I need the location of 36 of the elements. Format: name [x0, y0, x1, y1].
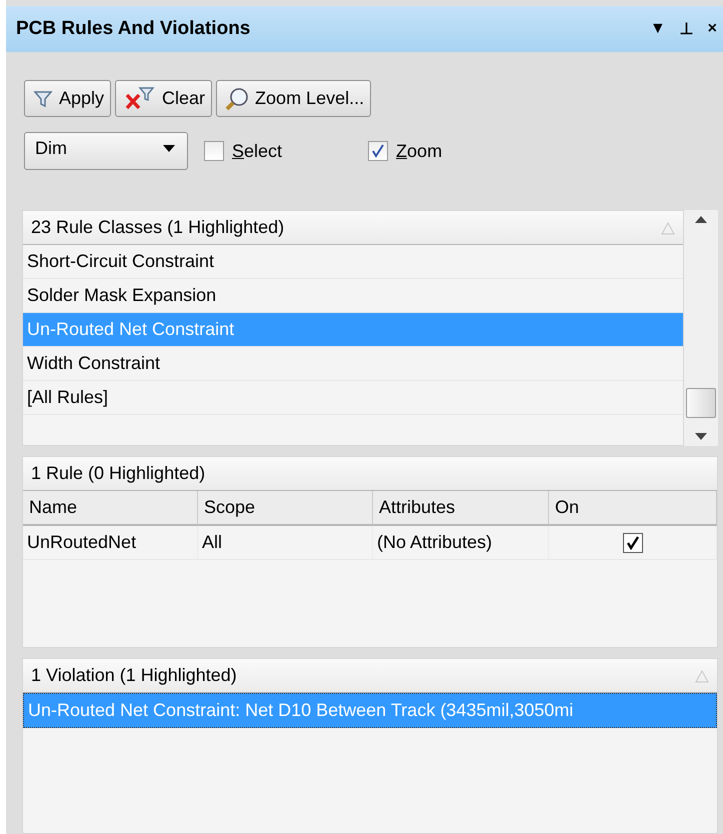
dropdown-arrow-icon — [163, 144, 175, 152]
list-header[interactable]: 1 Violation (1 Highlighted) — [23, 659, 717, 693]
sort-icon[interactable] — [661, 220, 675, 234]
mode-dropdown[interactable]: Dim — [24, 132, 188, 170]
clear-button[interactable]: Clear — [115, 80, 212, 117]
scroll-up-icon[interactable] — [695, 216, 707, 223]
checkbox-label[interactable]: Select — [232, 140, 282, 162]
title-bar-button[interactable]: × — [708, 20, 717, 38]
title-bar-button[interactable]: ▼ — [650, 20, 666, 38]
apply-button[interactable]: Apply — [24, 80, 112, 117]
sort-icon[interactable] — [695, 668, 709, 682]
scrollbar-thumb[interactable] — [686, 388, 716, 418]
checkbox[interactable] — [622, 532, 642, 552]
rule-class-row[interactable]: [All Rules] — [23, 381, 683, 415]
list-header[interactable]: 23 Rule Classes (1 Highlighted) — [23, 211, 683, 245]
scrollbar[interactable] — [684, 210, 718, 446]
column-header[interactable]: Attributes — [373, 491, 549, 526]
rule-class-row[interactable]: Short-Circuit Constraint — [23, 245, 683, 279]
filter-icon — [33, 90, 53, 108]
column-header[interactable]: On — [549, 491, 717, 526]
zoom-button[interactable]: Zoom Level... — [216, 80, 372, 117]
table-cell: (No Attributes) — [373, 526, 549, 560]
title-bar-button[interactable]: ⊥ — [680, 19, 694, 39]
table-cell: UnRoutedNet — [23, 526, 198, 560]
rule-class-row[interactable]: Width Constraint — [23, 347, 683, 381]
column-header[interactable]: Scope — [198, 491, 373, 526]
table-cell: All — [198, 526, 373, 560]
magnifier-icon — [225, 86, 250, 110]
column-header[interactable]: Name — [23, 491, 198, 526]
list-header: 1 Rule (0 Highlighted) — [23, 457, 717, 491]
panel-title: PCB Rules And Violations — [16, 18, 252, 40]
checkbox[interactable] — [368, 141, 388, 161]
scroll-down-icon[interactable] — [695, 433, 707, 440]
checkbox-label[interactable]: Zoom — [396, 140, 442, 162]
checkbox[interactable] — [204, 141, 224, 161]
clear-filter-icon — [124, 86, 156, 110]
